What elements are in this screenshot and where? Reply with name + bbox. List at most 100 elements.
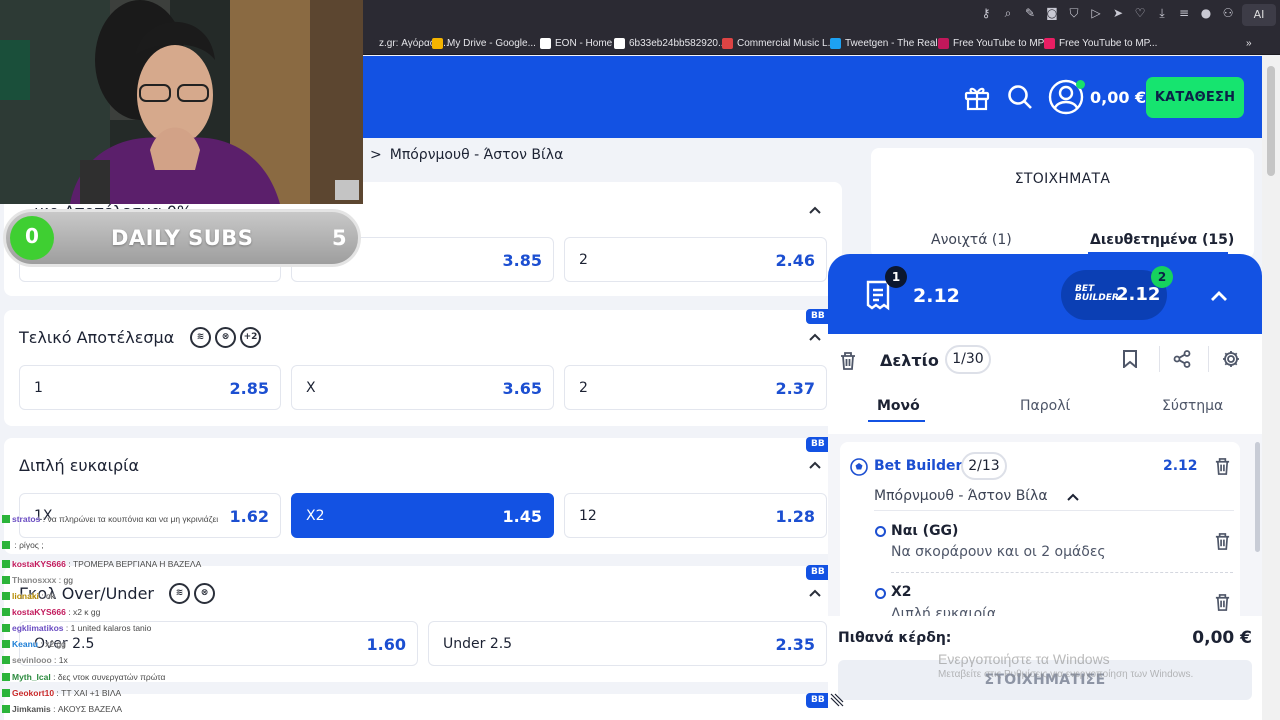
chat-badge-icon <box>2 656 10 664</box>
key-icon[interactable]: ⚷ <box>979 6 993 20</box>
chat-message: : ρίγος ; <box>2 540 44 550</box>
leg-bullet-icon <box>875 526 886 537</box>
odd-button-x2-selected[interactable]: X2 1.45 <box>291 493 554 538</box>
bet-builder-odds: 2.12 <box>1116 284 1161 305</box>
page-scrollbar[interactable] <box>1262 56 1280 720</box>
trash-icon[interactable] <box>839 351 857 371</box>
scrollbar-thumb[interactable] <box>1267 66 1275 176</box>
betslip-scrollbar[interactable] <box>1255 442 1260 552</box>
chevron-up-icon[interactable] <box>1210 287 1228 305</box>
betslip-header[interactable]: 1 2.12 BET BUILDER 2.12 2 <box>828 254 1262 334</box>
odd-button-2[interactable]: 2 2.37 <box>564 365 827 410</box>
chat-message: Keanu : x2 gg <box>2 639 66 649</box>
breadcrumb-current[interactable]: Μπόρνμουθ - Άστον Βίλα <box>390 147 564 163</box>
chat-separator: : <box>63 623 71 633</box>
trash-icon[interactable] <box>1214 532 1231 551</box>
bookmark-favicon-icon <box>614 37 625 49</box>
chat-text: ok <box>46 591 56 601</box>
potential-winnings-value: 0,00 € <box>1192 628 1252 648</box>
divider <box>1208 346 1209 372</box>
trash-icon[interactable] <box>1214 457 1231 476</box>
bookmark-favicon-icon <box>432 37 443 49</box>
odd-value: 1.28 <box>775 507 815 526</box>
leg-bullet-icon <box>875 588 886 599</box>
gear-icon[interactable] <box>1222 350 1240 368</box>
tab-settled-bets[interactable]: Διευθετημένα (15) <box>1090 232 1234 248</box>
notification-icon[interactable]: ● <box>1199 6 1213 20</box>
bookmark-item[interactable]: Free YouTube to MP... <box>1044 35 1157 51</box>
search-icon[interactable] <box>1006 83 1034 111</box>
bookmark-item[interactable]: EON - Home <box>540 35 612 51</box>
bookmark-item[interactable]: Commercial Music L... <box>722 35 836 51</box>
chevron-up-icon[interactable] <box>808 330 822 344</box>
chat-username: Keanu <box>12 639 38 649</box>
bookmarks-overflow-icon[interactable]: » <box>1246 35 1252 51</box>
tab-single[interactable]: Μονό <box>877 398 920 414</box>
bets-panel: ΣΤΟΙΧΗΜΑΤΑ Ανοιχτά (1) Διευθετημένα (15) <box>871 148 1254 258</box>
odd-label: 1 <box>34 380 43 396</box>
gift-icon[interactable] <box>963 83 991 111</box>
bookmark-item[interactable]: Free YouTube to MP... <box>938 35 1051 51</box>
chat-username: sevinlooo <box>12 655 52 665</box>
tab-parlay[interactable]: Παρολί <box>1020 398 1070 414</box>
bookmark-label: My Drive - Google... <box>447 37 536 49</box>
trash-icon[interactable] <box>1214 593 1231 612</box>
online-status-dot <box>1076 80 1085 89</box>
tab-system[interactable]: Σύστημα <box>1162 398 1223 414</box>
chat-separator: : <box>37 639 46 649</box>
divider <box>874 510 1234 511</box>
profile-icon[interactable]: ⚇ <box>1221 6 1235 20</box>
chat-message: lionaki : ok <box>2 591 55 601</box>
odd-label: X <box>306 380 316 396</box>
chat-text: x2 κ gg <box>72 607 101 617</box>
odd-button-12[interactable]: 12 1.28 <box>564 493 827 538</box>
chevron-up-icon[interactable] <box>808 458 822 472</box>
chat-badge-icon <box>2 705 10 713</box>
odd-button-x[interactable]: X 3.65 <box>291 365 554 410</box>
chevron-up-icon[interactable] <box>808 203 822 217</box>
menu-icon[interactable]: ≡ <box>1177 6 1191 20</box>
odd-button-1[interactable]: 1 2.85 <box>19 365 281 410</box>
chevron-up-icon[interactable] <box>1067 491 1079 503</box>
daily-subs-widget: 0 DAILY SUBS 5 <box>3 209 361 267</box>
share-icon[interactable] <box>1173 350 1191 368</box>
chat-text: ΤΤ ΧΑΙ +1 ΒΙΛΑ <box>61 688 122 698</box>
odd-value: 1.60 <box>366 635 406 654</box>
chevron-up-icon[interactable] <box>808 586 822 600</box>
odd-button-2[interactable]: 2 2.46 <box>564 237 827 282</box>
ai-button[interactable]: AI <box>1242 4 1276 26</box>
chat-text: 1 united kalaros tanio <box>70 623 152 633</box>
market-plus-icon: +2 <box>240 327 261 348</box>
market-title: Τελικό Αποτέλεσμα <box>19 328 175 347</box>
balance[interactable]: 0,00 € <box>1090 88 1146 107</box>
chat-badge-icon <box>2 689 10 697</box>
send-icon[interactable]: ➤ <box>1111 6 1125 20</box>
heart-icon[interactable]: ♡ <box>1133 6 1147 20</box>
resize-grip-icon[interactable] <box>829 692 845 708</box>
subs-current: 0 <box>25 224 39 248</box>
divider <box>891 572 1233 573</box>
selection-card: Bet Builder 2/13 2.12 Μπόρνμουθ - Άστον … <box>840 442 1240 632</box>
bookmark-item[interactable]: 6b33eb24bb582920... <box>614 35 726 51</box>
zoom-icon[interactable]: ⌕ <box>1001 6 1015 20</box>
market-feature-icon: ≋ <box>190 327 211 348</box>
chat-separator: : <box>65 559 73 569</box>
play-icon[interactable]: ▷ <box>1089 6 1103 20</box>
bookmark-item[interactable]: Tweetgen - The Real... <box>830 35 946 51</box>
bookmark-icon[interactable] <box>1122 350 1138 368</box>
football-icon <box>850 458 868 476</box>
market-feature-icon: ⊗ <box>215 327 236 348</box>
chat-badge-icon <box>2 640 10 648</box>
download-icon[interactable]: ⤓ <box>1155 6 1169 20</box>
leg-market: Να σκοράρουν και οι 2 ομάδες <box>891 544 1106 560</box>
deposit-button[interactable]: ΚΑΤΑΘΕΣΗ <box>1146 77 1244 118</box>
shield-icon[interactable]: ⛉ <box>1067 6 1081 20</box>
tab-open-bets[interactable]: Ανοιχτά (1) <box>931 232 1012 248</box>
chat-separator: : <box>50 672 58 682</box>
chat-message: Thanosxxx : gg <box>2 575 73 585</box>
odd-button-under[interactable]: Under 2.5 2.35 <box>428 621 827 666</box>
edit-icon[interactable]: ✎ <box>1023 6 1037 20</box>
chat-text: να πληρώνει τα κουπόνια και να μη γκρινι… <box>47 514 219 524</box>
camera-icon[interactable]: ◙ <box>1045 6 1059 20</box>
bookmark-item[interactable]: My Drive - Google... <box>432 35 536 51</box>
